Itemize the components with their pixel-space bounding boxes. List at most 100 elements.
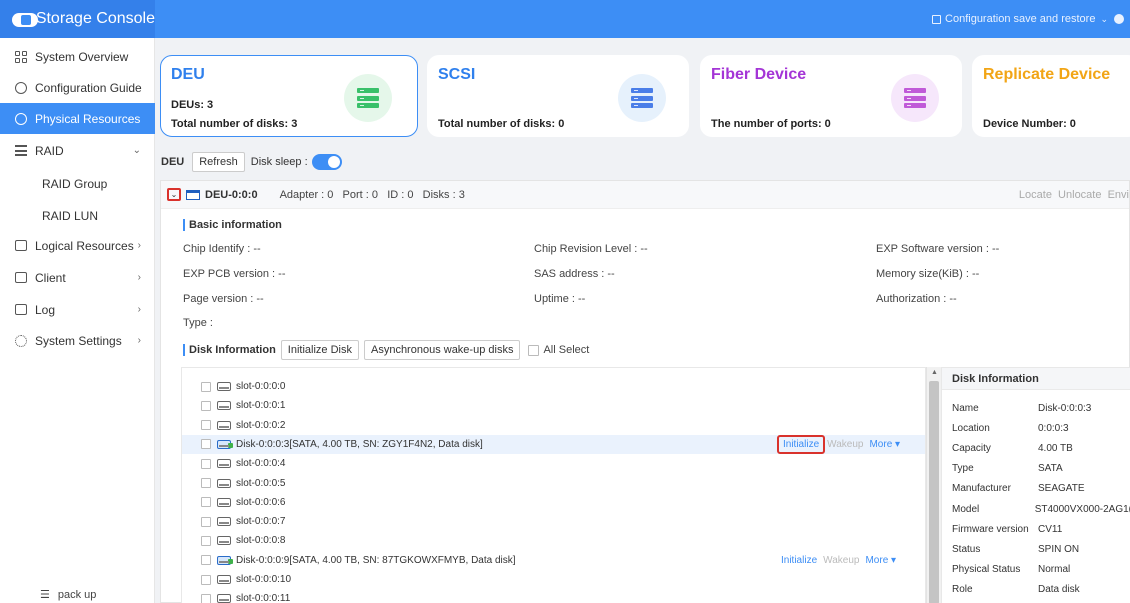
sidebar-item-client[interactable]: Client › — [0, 262, 155, 293]
all-select-checkbox[interactable]: All Select — [528, 344, 589, 356]
disk-info-key: Physical Status — [952, 564, 1021, 576]
physical-icon — [14, 112, 27, 125]
card-total: Total number of disks: 0 — [438, 118, 565, 130]
row-checkbox[interactable] — [201, 593, 211, 603]
disk-info-key: Manufacturer — [952, 483, 1011, 495]
config-save-restore-menu[interactable]: Configuration save and restore ⌄ — [932, 0, 1124, 38]
disk-row[interactable]: Disk-0:0:0:9[SATA, 4.00 TB, SN: 87TGKOWX… — [182, 551, 925, 570]
disk-row[interactable]: Disk-0:0:0:3[SATA, 4.00 TB, SN: ZGY1F4N2… — [182, 434, 925, 454]
row-checkbox[interactable] — [201, 381, 211, 392]
slot-row[interactable]: slot-0:0:0:0 — [182, 377, 925, 396]
disk-label: slot-0:0:0:7 — [236, 516, 286, 528]
sidebar-item-system-overview[interactable]: System Overview — [0, 41, 155, 72]
card-title: Replicate Device — [983, 66, 1111, 83]
disk-label: Disk-0:0:0:3[SATA, 4.00 TB, SN: ZGY1F4N2… — [236, 438, 483, 450]
slot-row[interactable]: slot-0:0:0:4 — [182, 454, 925, 473]
row-checkbox[interactable] — [201, 478, 211, 488]
slot-row[interactable]: slot-0:0:0:6 — [182, 493, 925, 512]
sidebar-item-configuration-guide[interactable]: Configuration Guide — [0, 72, 155, 103]
slot-row[interactable]: slot-0:0:0:11 — [182, 589, 925, 603]
sidebar-item-label: Configuration Guide — [35, 80, 142, 95]
slot-row[interactable]: slot-0:0:0:1 — [182, 396, 925, 415]
checkbox[interactable] — [528, 344, 540, 356]
sidebar-item-label: Physical Resources — [35, 111, 141, 126]
sidebar-item-system-settings[interactable]: System Settings › — [0, 325, 155, 356]
row-checkbox[interactable] — [201, 516, 211, 527]
basic-info-field: Chip Identify : -- — [183, 243, 261, 255]
enclosure-icon — [186, 189, 200, 200]
disk-label: slot-0:0:0:0 — [236, 381, 286, 392]
disk-label: slot-0:0:0:10 — [236, 574, 292, 585]
hard-disk-icon — [217, 555, 233, 565]
sidebar: System Overview Configuration Guide Physic… — [0, 38, 155, 603]
async-wakeup-button[interactable]: Asynchronous wake-up disks — [363, 340, 521, 360]
disk-label: slot-0:0:0:11 — [236, 593, 291, 603]
refresh-button[interactable]: Refresh — [192, 152, 245, 172]
row-checkbox[interactable] — [201, 574, 211, 585]
wakeup-link[interactable]: Wakeup — [823, 555, 859, 566]
sidebar-item-physical-resources[interactable]: Physical Resources — [0, 103, 155, 134]
row-checkbox[interactable] — [201, 555, 211, 566]
enclosure-panel: ⌄ DEU-0:0:0 Adapter : 0 Port : 0 ID : 0 … — [160, 180, 1130, 603]
slot-row[interactable]: slot-0:0:0:8 — [182, 531, 925, 550]
disk-info-value: 4.00 TB — [1038, 442, 1073, 454]
sidebar-item-raid-group[interactable]: RAID Group — [0, 168, 155, 199]
row-checkbox[interactable] — [201, 439, 211, 450]
sidebar-item-raid-lun[interactable]: RAID LUN — [0, 200, 155, 231]
collapse-toggle-icon[interactable]: ⌄ — [167, 188, 181, 201]
row-checkbox[interactable] — [201, 400, 211, 411]
scsi-card[interactable]: SCSI Total number of disks: 0 — [427, 55, 689, 137]
empty-slot-icon — [217, 382, 231, 391]
disk-label: slot-0:0:0:4 — [236, 458, 286, 470]
empty-slot-icon — [217, 536, 231, 546]
pack-up-label: pack up — [57, 588, 97, 601]
more-dropdown[interactable]: More ▾ — [865, 555, 896, 566]
empty-slot-icon — [217, 478, 231, 488]
enclosure-actions[interactable]: Locate Unlocate Envi — [1019, 189, 1129, 201]
row-checkbox[interactable] — [201, 458, 211, 469]
fiber-device-card[interactable]: Fiber Device The number of ports: 0 — [700, 55, 962, 137]
deu-toolbar: DEU Refresh Disk sleep : — [161, 151, 342, 173]
disk-sleep-toggle[interactable] — [311, 154, 342, 170]
disk-info-row: Capacity 4.00 TB — [942, 438, 1130, 458]
scrollbar-thumb[interactable] — [929, 381, 939, 603]
basic-info-field: Uptime : -- — [534, 293, 586, 305]
disk-list-scrollbar[interactable]: ▲ — [926, 367, 941, 603]
all-select-label: All Select — [543, 344, 590, 356]
enclosure-header: ⌄ DEU-0:0:0 Adapter : 0 Port : 0 ID : 0 … — [161, 181, 1129, 209]
settings-icon — [14, 334, 27, 347]
user-icon[interactable] — [1114, 14, 1124, 24]
basic-info-field: Page version : -- — [183, 293, 264, 305]
sidebar-item-logical-resources[interactable]: Logical Resources › — [0, 230, 155, 261]
slot-row[interactable]: slot-0:0:0:2 — [182, 416, 925, 435]
chevron-right-icon: › — [137, 240, 141, 251]
enclosure-meta: Adapter : 0 Port : 0 ID : 0 Disks : 3 — [279, 188, 465, 201]
row-checkbox[interactable] — [201, 535, 211, 546]
disk-label: slot-0:0:0:2 — [236, 419, 286, 431]
basic-info-field: SAS address : -- — [534, 268, 615, 280]
wakeup-link[interactable]: Wakeup — [827, 439, 863, 450]
disk-label: slot-0:0:0:1 — [236, 400, 286, 412]
sidebar-item-raid[interactable]: RAID ⌄ — [0, 135, 155, 166]
row-checkbox[interactable] — [201, 420, 211, 431]
slot-row[interactable]: slot-0:0:0:10 — [182, 570, 925, 589]
slot-row[interactable]: slot-0:0:0:7 — [182, 512, 925, 531]
row-checkbox[interactable] — [201, 497, 211, 508]
initialize-link[interactable]: Initialize — [777, 553, 821, 568]
deu-card[interactable]: DEU DEUs: 3 Total number of disks: 3 — [160, 55, 418, 137]
basic-info-field: EXP PCB version : -- — [183, 268, 286, 280]
app-logo[interactable]: Storage Console — [0, 0, 155, 38]
sidebar-item-log[interactable]: Log › — [0, 294, 155, 325]
disk-label: slot-0:0:0:8 — [236, 535, 286, 547]
pack-up-button[interactable]: ☰ pack up — [40, 588, 97, 602]
replicate-device-card[interactable]: Replicate Device Device Number: 0 — [972, 55, 1130, 137]
more-dropdown[interactable]: More ▾ — [869, 439, 900, 450]
disk-info-key: Capacity — [952, 442, 991, 454]
slot-row[interactable]: slot-0:0:0:5 — [182, 474, 925, 493]
scroll-up-icon[interactable]: ▲ — [931, 369, 938, 376]
initialize-disk-button[interactable]: Initialize Disk — [280, 340, 359, 360]
sidebar-item-label: RAID — [35, 143, 64, 158]
initialize-link[interactable]: Initialize — [777, 434, 826, 454]
disk-info-value: CV11 — [1038, 523, 1063, 535]
disk-info-row: Role Data disk — [942, 580, 1130, 600]
